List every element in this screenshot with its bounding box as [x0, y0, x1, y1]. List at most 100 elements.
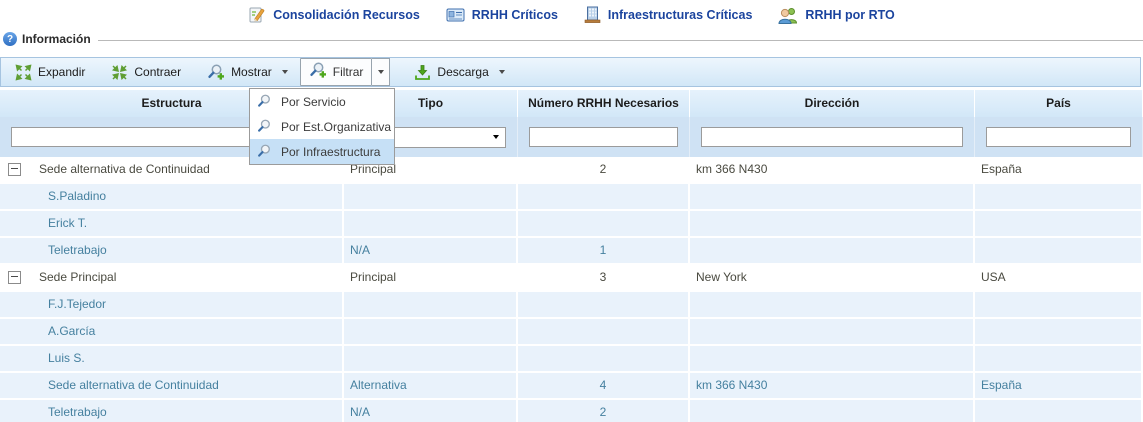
numero-cell — [518, 346, 690, 373]
tipo-cell — [344, 211, 518, 238]
numero-cell — [518, 184, 690, 211]
direccion-cell: New York — [690, 265, 975, 292]
people-icon — [778, 7, 798, 24]
collapse-all-button[interactable]: Contraer — [105, 61, 187, 84]
collapse-arrows-icon — [111, 64, 128, 81]
estructura-cell: Sede alternativa de Continuidad — [48, 373, 219, 398]
estructura-cell: Sede alternativa de Continuidad — [39, 157, 210, 182]
estructura-cell: A.García — [48, 319, 95, 344]
direccion-cell — [690, 238, 975, 265]
numero-cell: 2 — [518, 157, 690, 184]
menu-item-por-infraestructura[interactable]: Por Infraestructura — [250, 139, 394, 164]
filter-dropdown-menu: Por Servicio Por Est.Organizativa Por In… — [249, 88, 395, 165]
filter-dropdown-toggle[interactable] — [372, 58, 390, 86]
tipo-cell — [344, 292, 518, 319]
filter-row — [0, 117, 1143, 157]
table-row: Sede Principal Principal 3 New York USA — [0, 265, 1143, 292]
collapse-toggle-icon[interactable] — [8, 271, 21, 284]
nav-label: Infraestructuras Críticas — [608, 8, 753, 22]
help-icon[interactable]: ? — [3, 32, 17, 46]
table-row: Sede alternativa de Continuidad Alternat… — [0, 373, 1143, 400]
pais-cell — [975, 211, 1143, 238]
expand-all-button[interactable]: Expandir — [9, 61, 91, 84]
select-caret-icon — [493, 135, 499, 139]
show-button[interactable]: Mostrar — [201, 61, 294, 84]
id-card-icon — [446, 7, 465, 23]
column-header-direccion[interactable]: Dirección — [690, 90, 975, 117]
tipo-cell: Principal — [344, 265, 518, 292]
direccion-filter-input[interactable] — [701, 127, 963, 147]
menu-item-label: Por Servicio — [281, 95, 346, 109]
edit-document-icon — [248, 6, 266, 24]
direccion-cell — [690, 346, 975, 373]
direccion-cell: km 366 N430 — [690, 373, 975, 400]
expand-arrows-icon — [15, 64, 32, 81]
magnifier-plus-icon — [309, 62, 327, 82]
nav-infraestructuras-criticas[interactable]: Infraestructuras Críticas — [584, 6, 753, 24]
table-row: Teletrabajo N/A 1 — [0, 238, 1143, 265]
top-navigation: Consolidación Recursos RRHH Críticos Inf… — [0, 0, 1143, 30]
table-header-row: Estructura Tipo Número RRHH Necesarios D… — [0, 90, 1143, 117]
estructura-cell: F.J.Tejedor — [48, 292, 106, 317]
chevron-down-icon — [378, 70, 384, 74]
nav-label: RRHH por RTO — [805, 8, 894, 22]
nav-rrhh-criticos[interactable]: RRHH Críticos — [446, 7, 558, 23]
direccion-cell — [690, 400, 975, 422]
download-icon — [414, 64, 431, 81]
download-label: Descarga — [437, 65, 488, 79]
nav-rrhh-por-rto[interactable]: RRHH por RTO — [778, 7, 894, 24]
filter-split-button: Filtrar — [300, 58, 391, 86]
magnifier-icon — [257, 94, 272, 109]
tipo-cell — [344, 319, 518, 346]
pais-cell: España — [975, 157, 1143, 184]
resources-table: Estructura Tipo Número RRHH Necesarios D… — [0, 90, 1143, 422]
table-row: A.García — [0, 319, 1143, 346]
collapse-toggle-icon[interactable] — [8, 163, 21, 176]
nav-consolidacion-recursos[interactable]: Consolidación Recursos — [248, 6, 420, 24]
nav-label: RRHH Críticos — [472, 8, 558, 22]
download-button[interactable]: Descarga — [408, 61, 510, 84]
direccion-cell — [690, 211, 975, 238]
estructura-cell: Luis S. — [48, 346, 85, 371]
numero-rrhh-filter-input[interactable] — [529, 127, 678, 147]
table-row: S.Paladino — [0, 184, 1143, 211]
pais-cell — [975, 319, 1143, 346]
pais-cell — [975, 184, 1143, 211]
magnifier-icon — [257, 119, 272, 134]
pais-cell — [975, 238, 1143, 265]
chevron-down-icon — [499, 70, 505, 74]
numero-cell — [518, 319, 690, 346]
tipo-cell: N/A — [344, 238, 518, 265]
pais-cell — [975, 400, 1143, 422]
app-window: Consolidación Recursos RRHH Críticos Inf… — [0, 0, 1143, 422]
column-header-numero-rrhh[interactable]: Número RRHH Necesarios — [518, 90, 690, 117]
menu-item-por-est-organizativa[interactable]: Por Est.Organizativa — [250, 114, 394, 139]
numero-cell: 1 — [518, 238, 690, 265]
numero-cell: 4 — [518, 373, 690, 400]
direccion-cell — [690, 292, 975, 319]
pais-cell — [975, 292, 1143, 319]
estructura-cell: Teletrabajo — [48, 400, 107, 422]
tipo-cell — [344, 346, 518, 373]
magnifier-icon — [257, 144, 272, 159]
table-row: Teletrabajo N/A 2 — [0, 400, 1143, 422]
menu-item-por-servicio[interactable]: Por Servicio — [250, 89, 394, 114]
pais-filter-input[interactable] — [986, 127, 1131, 147]
estructura-cell: S.Paladino — [48, 184, 106, 209]
section-title: Información — [22, 32, 91, 46]
estructura-cell: Teletrabajo — [48, 238, 107, 263]
table-row: F.J.Tejedor — [0, 292, 1143, 319]
tipo-cell: Alternativa — [344, 373, 518, 400]
menu-item-label: Por Infraestructura — [281, 145, 380, 159]
filter-button[interactable]: Filtrar — [300, 58, 373, 86]
chevron-down-icon — [282, 70, 288, 74]
menu-item-label: Por Est.Organizativa — [281, 120, 391, 134]
column-header-pais[interactable]: País — [975, 90, 1143, 117]
building-icon — [584, 6, 601, 24]
show-label: Mostrar — [231, 65, 272, 79]
filter-label: Filtrar — [333, 65, 364, 79]
toolbar: Expandir Contraer Mostrar Filtrar — [0, 57, 1141, 87]
tipo-cell — [344, 184, 518, 211]
numero-cell: 2 — [518, 400, 690, 422]
pais-cell — [975, 346, 1143, 373]
